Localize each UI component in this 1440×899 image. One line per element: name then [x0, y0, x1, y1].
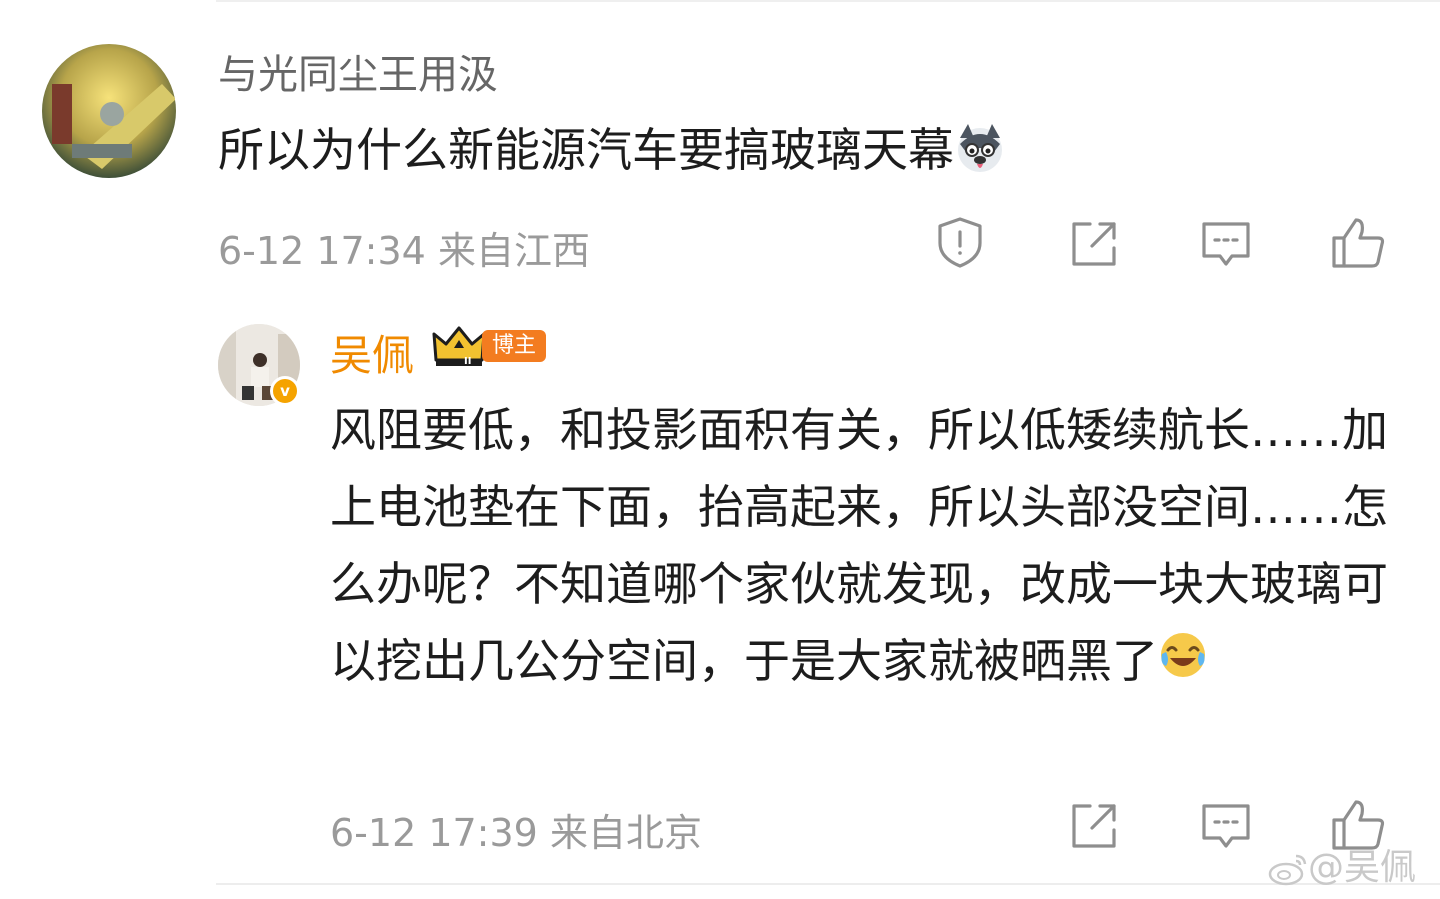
weibo-watermark: @吴佩	[1268, 838, 1416, 890]
reply-meta: 6-12 17:39 来自北京	[330, 802, 702, 857]
laugh-cry-emoji	[1158, 626, 1208, 703]
weibo-logo-icon	[1268, 854, 1307, 886]
comment-time: 6-12 17:34	[218, 229, 426, 273]
blogger-badge-label: 博主	[482, 330, 547, 362]
commenter-avatar[interactable]	[42, 44, 176, 178]
comment-text: 所以为什么新能源汽车要搞玻璃天幕	[218, 123, 954, 177]
reply-time: 6-12 17:39	[330, 811, 538, 855]
blogger-badge: II 博主	[432, 326, 547, 368]
husky-emoji	[954, 122, 1006, 185]
reply-text: 风阻要低，和投影面积有关，所以低矮续航长……加上电池垫在下面，抬高起来，所以头部…	[330, 403, 1388, 688]
watermark-text: @吴佩	[1308, 847, 1417, 888]
top-divider	[216, 0, 1440, 2]
commenter-username[interactable]: 与光同尘王用汲	[218, 42, 498, 100]
svg-text:II: II	[464, 356, 471, 367]
share-icon[interactable]	[1066, 216, 1122, 272]
report-icon[interactable]	[932, 214, 988, 270]
comment-text-row: 所以为什么新能源汽车要搞玻璃天幕	[218, 114, 1006, 185]
bottom-divider	[216, 883, 1440, 885]
reply-share-icon[interactable]	[1066, 798, 1122, 854]
reply-text-block: 风阻要低，和投影面积有关，所以低矮续航长……加上电池垫在下面，抬高起来，所以头部…	[330, 392, 1400, 703]
blogger-username[interactable]: 吴佩	[330, 322, 414, 383]
comment-location: 来自江西	[437, 229, 590, 273]
verified-icon: v	[270, 376, 300, 406]
crown-icon: II	[432, 326, 486, 367]
comment-meta: 6-12 17:34 来自江西	[218, 220, 590, 275]
comment-icon[interactable]	[1198, 216, 1254, 272]
reply-comment-icon[interactable]	[1198, 798, 1254, 854]
like-icon[interactable]	[1330, 214, 1386, 270]
reply-location: 来自北京	[549, 811, 702, 855]
